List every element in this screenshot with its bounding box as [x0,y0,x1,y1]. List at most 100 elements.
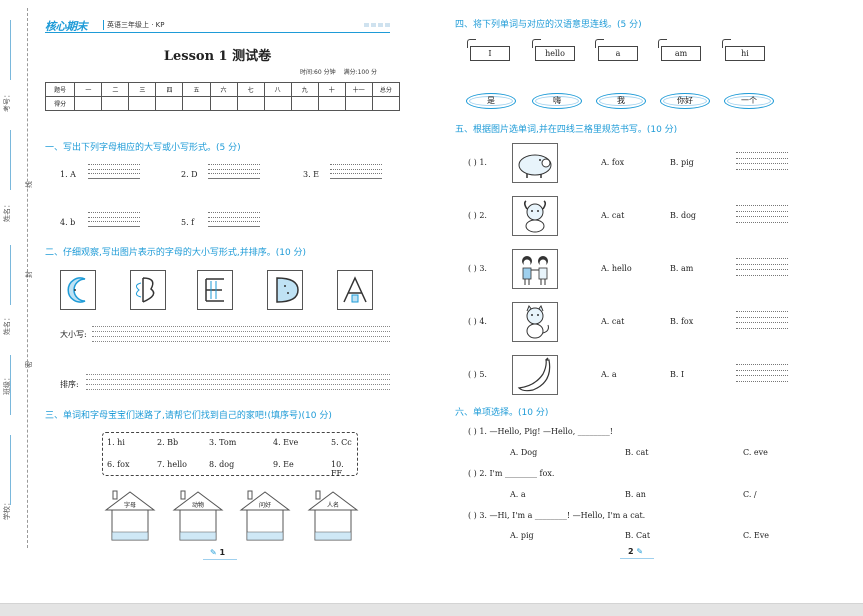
s1-writing-lines-5[interactable] [208,212,260,227]
s5-option-b[interactable]: B. I [670,370,684,379]
order-label: 排序: [60,380,79,389]
word-bank: 1. hi 2. Bb 3. Tom 4. Eve 5. Cc 6. fox 7… [102,432,358,478]
word-card[interactable]: a [595,39,638,61]
word-card[interactable]: I [467,39,510,61]
s5-option-a[interactable]: A. a [601,370,617,379]
s5-item-number[interactable]: ( ) 5. [468,370,487,379]
score-cell: 一 [74,82,103,97]
s5-option-a[interactable]: A. cat [601,211,624,220]
full-score: 满分:100 分 [343,69,377,76]
meaning-oval[interactable]: 是 [466,93,516,109]
word-card[interactable]: hello [532,39,575,61]
s6-option-a[interactable]: A. Dog [510,448,537,457]
house-label: 人名 [326,502,339,509]
house-names[interactable]: 人名 [307,490,359,541]
s5-option-a[interactable]: A. fox [601,158,624,167]
score-input-cell[interactable] [182,96,211,111]
word-card[interactable]: am [658,39,701,61]
s6-option-b[interactable]: B. cat [625,448,648,457]
section6-title: 六、单项选择。(10 分) [455,408,549,418]
s5-writing-lines[interactable] [736,258,788,276]
school-underline [10,435,11,505]
s1-writing-lines-3[interactable] [330,164,382,179]
s5-writing-lines[interactable] [736,364,788,382]
score-cell: 二 [101,82,130,97]
s1-writing-lines-4[interactable] [88,212,140,227]
case-answer-line[interactable] [92,336,390,337]
s5-item-number[interactable]: ( ) 3. [468,264,487,273]
name2-label: 姓名： [3,314,11,335]
dog-icon [512,196,558,236]
time-limit: 时间:60 分钟 [300,69,336,76]
s6-option-a[interactable]: A. pig [510,531,534,540]
house-greetings[interactable]: 问好 [239,490,291,541]
s1-item-5: 5. f [181,218,195,227]
score-input-cell[interactable] [263,96,292,111]
s5-option-b[interactable]: B. dog [670,211,696,220]
s6-question[interactable]: ( ) 1. —Hello, Pig! —Hello, ________! [468,427,613,436]
score-input-cell[interactable] [344,96,373,111]
page-title: Lesson 1 测试卷 [163,49,272,64]
page-number-rule [203,559,237,560]
house-animals[interactable]: 动物 [172,490,224,541]
s5-writing-lines[interactable] [736,205,788,223]
word-bank-item: 4. Eve [273,438,299,447]
header-rule [45,32,390,33]
s6-option-c[interactable]: C. Eve [743,531,769,540]
score-input-cell[interactable] [290,96,319,111]
s6-question[interactable]: ( ) 2. I'm ________ fox. [468,469,554,478]
s5-item-number[interactable]: ( ) 1. [468,158,487,167]
word-bank-item: 2. Bb [157,438,179,447]
score-input-cell[interactable] [317,96,346,111]
meaning-oval[interactable]: 我 [596,93,646,109]
s5-item-number[interactable]: ( ) 2. [468,211,487,220]
house-label: 字母 [123,502,136,509]
word-bank-item: 10. FF [331,460,344,478]
s5-writing-lines[interactable] [736,311,788,329]
meaning-oval[interactable]: 嗨 [532,93,582,109]
case-answer-line[interactable] [92,331,390,332]
word-card[interactable]: hi [722,39,765,61]
s1-writing-lines-1[interactable] [88,164,140,179]
page-number-rule [620,558,654,559]
score-input-cell[interactable] [371,96,401,111]
house-letters[interactable]: 字母 [104,490,156,541]
s6-option-b[interactable]: B. an [625,490,646,499]
score-input-cell[interactable] [236,96,265,111]
s6-question[interactable]: ( ) 3. —Hi, I'm a ________! —Hello, I'm … [468,511,645,520]
s5-option-b[interactable]: B. am [670,264,693,273]
score-input-cell[interactable] [209,96,238,111]
s6-option-c[interactable]: C. eve [743,448,768,457]
meaning-oval[interactable]: 你好 [660,93,710,109]
s5-option-b[interactable]: B. pig [670,158,694,167]
school-label: 学校： [3,499,11,520]
s5-option-a[interactable]: A. cat [601,317,624,326]
word-bank-item: 7. hello [157,460,187,469]
s1-writing-lines-2[interactable] [208,164,260,179]
banana-icon [512,355,558,395]
order-answer-line[interactable] [86,389,390,390]
score-input-cell[interactable] [128,96,157,111]
s6-option-c[interactable]: C. / [743,490,757,499]
house-label: 问好 [258,502,271,509]
exam-sheet: 考号： 姓名： 姓名： 班级： 学校： 线 封 密 核心期末 英语三年级上 · … [0,0,863,603]
case-answer-line[interactable] [92,341,390,342]
score-cell: 四 [155,82,184,97]
score-cell: 九 [290,82,319,97]
s5-writing-lines[interactable] [736,152,788,170]
s5-option-b[interactable]: B. fox [670,317,693,326]
score-input-cell[interactable] [155,96,184,111]
order-answer-line[interactable] [86,374,390,375]
case-answer-line[interactable] [92,326,390,327]
order-answer-line[interactable] [86,379,390,380]
s5-item-number[interactable]: ( ) 4. [468,317,487,326]
s5-option-a[interactable]: A. hello [601,264,632,273]
score-input-cell[interactable] [74,96,103,111]
number-label: 考号： [3,91,11,112]
score-input-cell[interactable] [101,96,130,111]
meaning-oval[interactable]: 一个 [724,93,774,109]
s6-option-b[interactable]: B. Cat [625,531,650,540]
s6-option-a[interactable]: A. a [510,490,526,499]
order-answer-line[interactable] [86,384,390,385]
exam-meta: 时间:60 分钟 满分:100 分 [300,67,377,76]
